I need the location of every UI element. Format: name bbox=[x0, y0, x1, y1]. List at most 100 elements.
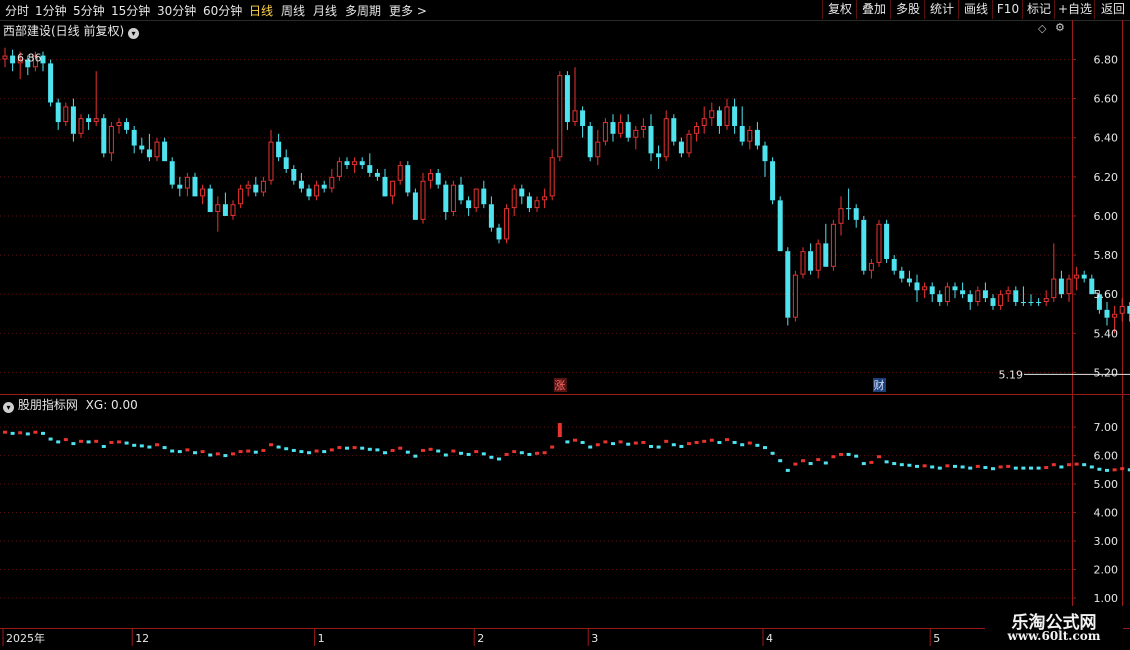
indicator-bar bbox=[763, 446, 767, 450]
finance-marker-label: 财 bbox=[874, 378, 885, 392]
candle-body bbox=[770, 161, 776, 201]
indicator-bar bbox=[405, 450, 410, 454]
candle-body bbox=[572, 110, 578, 123]
indicator-bar bbox=[314, 449, 319, 453]
candle-body bbox=[359, 161, 365, 166]
candle-body bbox=[162, 141, 168, 162]
candle-body bbox=[260, 180, 266, 193]
indicator-bar bbox=[421, 448, 425, 452]
indicator-bar bbox=[664, 439, 669, 443]
indicator-bar bbox=[276, 445, 281, 449]
indicator-bar bbox=[861, 462, 866, 466]
indicator-bar bbox=[831, 455, 836, 459]
indicator-bar bbox=[1013, 466, 1018, 470]
indicator-bar bbox=[808, 462, 813, 466]
indicator-bar bbox=[512, 450, 517, 454]
price-axis-ticks: 6.80 6.60 6.40 6.20 6.00 5.80 5.60 5.40 5.20 bbox=[1072, 53, 1118, 379]
chevron-down-icon[interactable]: ▾ bbox=[3, 402, 14, 413]
candle-body bbox=[382, 176, 388, 197]
indicator-bar bbox=[884, 460, 889, 464]
candle-body bbox=[944, 286, 950, 303]
candle-body bbox=[1036, 302, 1042, 304]
indicator-bar bbox=[687, 442, 691, 446]
candle-body bbox=[306, 188, 312, 197]
candle-body bbox=[876, 223, 882, 263]
indicator-bar bbox=[345, 446, 349, 450]
date-label: 4 bbox=[766, 632, 773, 645]
indicator-tick-label: 7.00 bbox=[1094, 421, 1119, 434]
candle-body bbox=[656, 153, 662, 158]
indicator-bar bbox=[41, 431, 45, 435]
candle-body bbox=[86, 118, 92, 123]
candle-body bbox=[846, 208, 852, 210]
indicator-bar bbox=[595, 443, 600, 447]
indicator-bar bbox=[428, 447, 433, 451]
candle-body bbox=[412, 192, 418, 220]
indicator-bar bbox=[155, 443, 159, 447]
candle-body bbox=[238, 188, 244, 205]
indicator-bar bbox=[504, 452, 509, 456]
high-price-label: 6.86 bbox=[17, 52, 42, 65]
candle-body bbox=[336, 161, 342, 177]
indicator-bar bbox=[960, 465, 965, 469]
candle-body bbox=[268, 141, 274, 181]
indicator-bar bbox=[246, 449, 251, 453]
indicator-bar bbox=[132, 443, 137, 447]
indicator-bar bbox=[877, 455, 881, 459]
candle-body bbox=[838, 208, 844, 224]
indicator-bar bbox=[770, 451, 775, 455]
candle-body bbox=[1020, 302, 1026, 304]
candle-body bbox=[716, 110, 722, 126]
candle-body bbox=[952, 286, 958, 291]
indicator-bar bbox=[352, 446, 357, 450]
indicator-value: XG: 0.00 bbox=[85, 398, 138, 412]
date-label: 3 bbox=[591, 632, 598, 645]
candle-body bbox=[314, 184, 320, 197]
site-watermark: 乐淘公式网 www.60lt.com bbox=[985, 606, 1123, 650]
candle-body bbox=[663, 118, 669, 158]
candle-body bbox=[808, 251, 814, 271]
indicator-bar bbox=[1059, 465, 1064, 469]
indicator-bar bbox=[740, 443, 745, 447]
indicator-bar bbox=[307, 451, 311, 455]
indicator-bar bbox=[527, 452, 532, 456]
candle-body bbox=[1013, 290, 1019, 303]
indicator-bar bbox=[618, 440, 623, 444]
candle-body bbox=[1051, 278, 1057, 299]
indicator-bar bbox=[907, 463, 912, 467]
candle-body bbox=[998, 294, 1004, 306]
chevron-down-icon[interactable]: ▾ bbox=[128, 28, 140, 39]
indicator-bar bbox=[223, 454, 228, 458]
candle-body bbox=[139, 145, 145, 150]
indicator-bar bbox=[854, 454, 859, 458]
date-label: 12 bbox=[135, 632, 149, 645]
indicator-bar bbox=[983, 466, 988, 470]
indicator-bar bbox=[641, 440, 646, 444]
candle-body bbox=[481, 188, 487, 205]
candle-body bbox=[1028, 302, 1034, 304]
candle-body bbox=[580, 110, 586, 126]
indicator-bar bbox=[231, 452, 235, 456]
settings-gear-icon[interactable]: ⚙ bbox=[1055, 21, 1065, 34]
candle-body bbox=[93, 118, 99, 123]
indicator-bar bbox=[565, 440, 570, 444]
candle-body bbox=[70, 106, 76, 134]
indicator-bar bbox=[975, 464, 980, 468]
candle-body bbox=[276, 141, 282, 158]
indicator-bar bbox=[474, 450, 479, 454]
candle-body bbox=[2, 55, 8, 60]
indicator-bar bbox=[497, 457, 501, 461]
candle-body bbox=[169, 161, 175, 185]
indicator-panel-header: ▾ 股朋指标网 XG: 0.00 bbox=[3, 396, 138, 413]
candle-body bbox=[709, 110, 715, 119]
indicator-bar bbox=[953, 464, 957, 468]
indicator-bar bbox=[747, 441, 752, 445]
diamond-icon[interactable]: ◇ bbox=[1038, 22, 1046, 35]
indicator-bar bbox=[945, 464, 950, 468]
candle-body bbox=[450, 184, 456, 213]
indicator-bar bbox=[177, 450, 182, 454]
candle-body bbox=[602, 122, 608, 142]
indicator-bar bbox=[86, 440, 91, 444]
price-tick-label: 5.60 bbox=[1094, 288, 1119, 301]
candle-body bbox=[830, 223, 836, 267]
